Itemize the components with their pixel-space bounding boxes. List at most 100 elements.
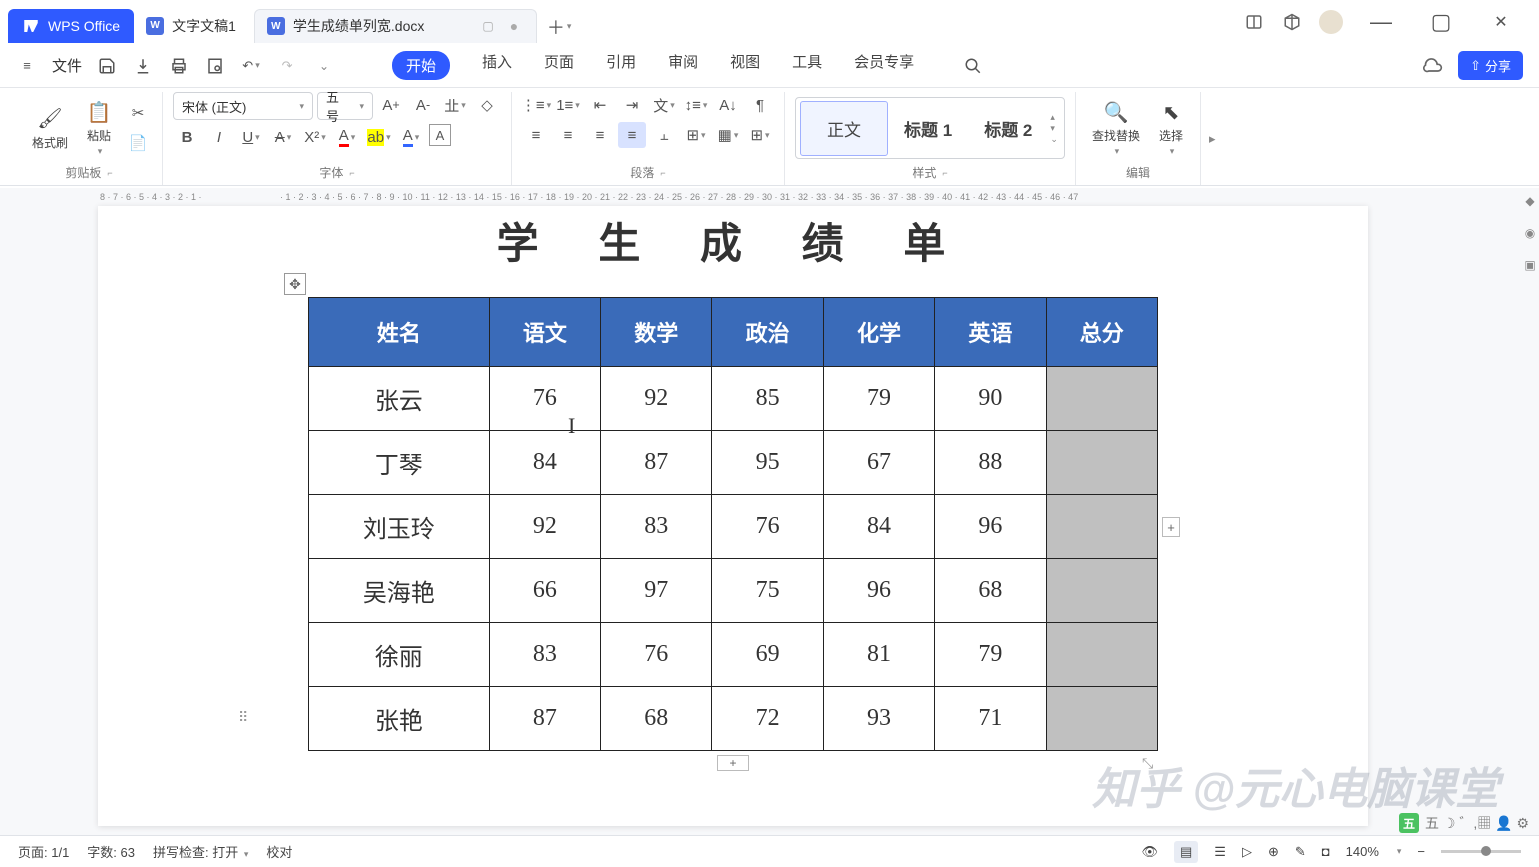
status-spell[interactable]: 拼写检查: 打开 ▾ [153,842,248,861]
table-cell[interactable] [1046,687,1157,751]
table-cell[interactable]: 88 [935,431,1046,495]
table-cell[interactable]: 95 [712,431,823,495]
tab-window-icon[interactable]: ▢ [482,19,493,33]
sort-button[interactable]: A↓ [714,92,742,118]
menu-icon[interactable]: ≡ [16,55,38,77]
shading-button[interactable]: A▾ [397,124,425,150]
table-header[interactable]: 总分 [1046,298,1157,367]
save-icon[interactable] [96,55,118,77]
table-cell[interactable]: 76 [601,623,712,687]
table-row[interactable]: 张云7692857990 [309,367,1158,431]
highlight-button[interactable]: ab▾ [365,124,393,150]
decrease-indent-button[interactable]: ⇤ [586,92,614,118]
select-button[interactable]: ⬉选择▾ [1152,95,1190,161]
clear-format-button[interactable]: ◇ [473,92,501,118]
avatar-icon[interactable] [1319,10,1343,34]
tabs-button[interactable]: ⊞▾ [682,122,710,148]
table-cell[interactable]: 张艳 [309,687,490,751]
align-left-button[interactable]: ≡ [522,122,550,148]
table-cell[interactable]: 81 [823,623,934,687]
table-cell[interactable]: 87 [601,431,712,495]
status-page[interactable]: 页面: 1/1 [18,842,69,861]
document-tab-2[interactable]: W 学生成绩单列宽.docx ▢ ● [254,9,537,43]
zoom-level[interactable]: 140% [1346,844,1379,859]
status-words[interactable]: 字数: 63 [87,842,135,861]
app-tab[interactable]: WPS Office [8,9,134,43]
table-cell[interactable] [1046,559,1157,623]
table-row[interactable]: 徐丽8376698179 [309,623,1158,687]
table-cell[interactable]: 83 [489,623,600,687]
table-header[interactable]: 姓名 [309,298,490,367]
text-direction-button[interactable]: 文▾ [650,92,678,118]
table-row[interactable]: 丁琴8487956788 [309,431,1158,495]
table-cell[interactable] [1046,367,1157,431]
minimize-button[interactable]: — [1359,9,1403,35]
table-cell[interactable]: 72 [712,687,823,751]
file-menu[interactable]: 文件 [52,55,82,76]
char-border-button[interactable]: A [429,124,451,146]
bold-button[interactable]: B [173,124,201,150]
print-icon[interactable] [168,55,190,77]
align-right-button[interactable]: ≡ [586,122,614,148]
underline-button[interactable]: U▾ [237,124,265,150]
close-button[interactable]: ✕ [1479,12,1523,32]
superscript-button[interactable]: X²▾ [301,124,329,150]
table-cell[interactable]: 84 [489,431,600,495]
styles-up[interactable]: ▴ [1050,112,1058,123]
table-row[interactable]: 刘玉玲9283768496 [309,495,1158,559]
para-shading-button[interactable]: ▦▾ [714,122,742,148]
table-cell[interactable]: 76 [489,367,600,431]
paragraph-handle-icon[interactable]: ⠿ [238,709,248,726]
table-row[interactable]: 张艳8768729371 [309,687,1158,751]
add-tab-button[interactable]: ＋▾ [545,13,573,41]
table-cell[interactable]: 92 [489,495,600,559]
distribute-button[interactable]: ⫠ [650,122,678,148]
table-cell[interactable]: 67 [823,431,934,495]
table-cell[interactable]: 68 [935,559,1046,623]
paste-button[interactable]: 📋粘贴▾ [80,95,118,161]
table-cell[interactable]: 96 [935,495,1046,559]
phonetic-button[interactable]: 㐀▾ [441,92,469,118]
increase-font-button[interactable]: A+ [377,92,405,118]
borders-button[interactable]: ⊞▾ [746,122,774,148]
decrease-font-button[interactable]: A- [409,92,437,118]
undo-icon[interactable]: ↶▾ [240,55,262,77]
cut-button[interactable]: ✂ [124,100,152,126]
table-cell[interactable] [1046,431,1157,495]
table-cell[interactable]: 84 [823,495,934,559]
sidebar-tool-1[interactable]: ◆ [1525,194,1534,208]
redo-icon[interactable]: ↷ [276,55,298,77]
format-painter-button[interactable]: 🖌格式刷 [26,102,74,155]
table-cell[interactable]: 92 [601,367,712,431]
table-cell[interactable]: 90 [935,367,1046,431]
table-cell[interactable]: 85 [712,367,823,431]
view-web-icon[interactable]: ⊕ [1268,844,1279,860]
table-resize-handle[interactable]: ⤡ [1142,755,1158,771]
style-normal[interactable]: 正文 [800,101,888,156]
font-color-button[interactable]: A▾ [333,124,361,150]
table-cell[interactable]: 69 [712,623,823,687]
table-row[interactable]: 吴海艳6697759668 [309,559,1158,623]
table-cell[interactable] [1046,623,1157,687]
table-cell[interactable]: 刘玉玲 [309,495,490,559]
menu-insert[interactable]: 插入 [482,51,512,80]
table-header[interactable]: 化学 [823,298,934,367]
tab-close-icon[interactable]: ● [510,18,518,34]
cube-icon[interactable] [1281,11,1303,33]
table-cell[interactable]: 97 [601,559,712,623]
table-cell[interactable]: 83 [601,495,712,559]
table-cell[interactable]: 71 [935,687,1046,751]
view-print-icon[interactable]: ▤ [1174,841,1198,863]
sidebar-tool-2[interactable]: ◉ [1525,226,1535,240]
view-outline-icon[interactable]: ☰ [1214,844,1226,860]
menu-view[interactable]: 视图 [730,51,760,80]
strikethrough-button[interactable]: A▾ [269,124,297,150]
increase-indent-button[interactable]: ⇥ [618,92,646,118]
table-move-handle[interactable]: ✥ [284,273,306,295]
italic-button[interactable]: I [205,124,233,150]
menu-page[interactable]: 页面 [544,51,574,80]
table-cell[interactable]: 66 [489,559,600,623]
view-focus-icon[interactable]: ◘ [1322,844,1330,859]
cloud-icon[interactable] [1422,55,1444,77]
table-header[interactable]: 政治 [712,298,823,367]
